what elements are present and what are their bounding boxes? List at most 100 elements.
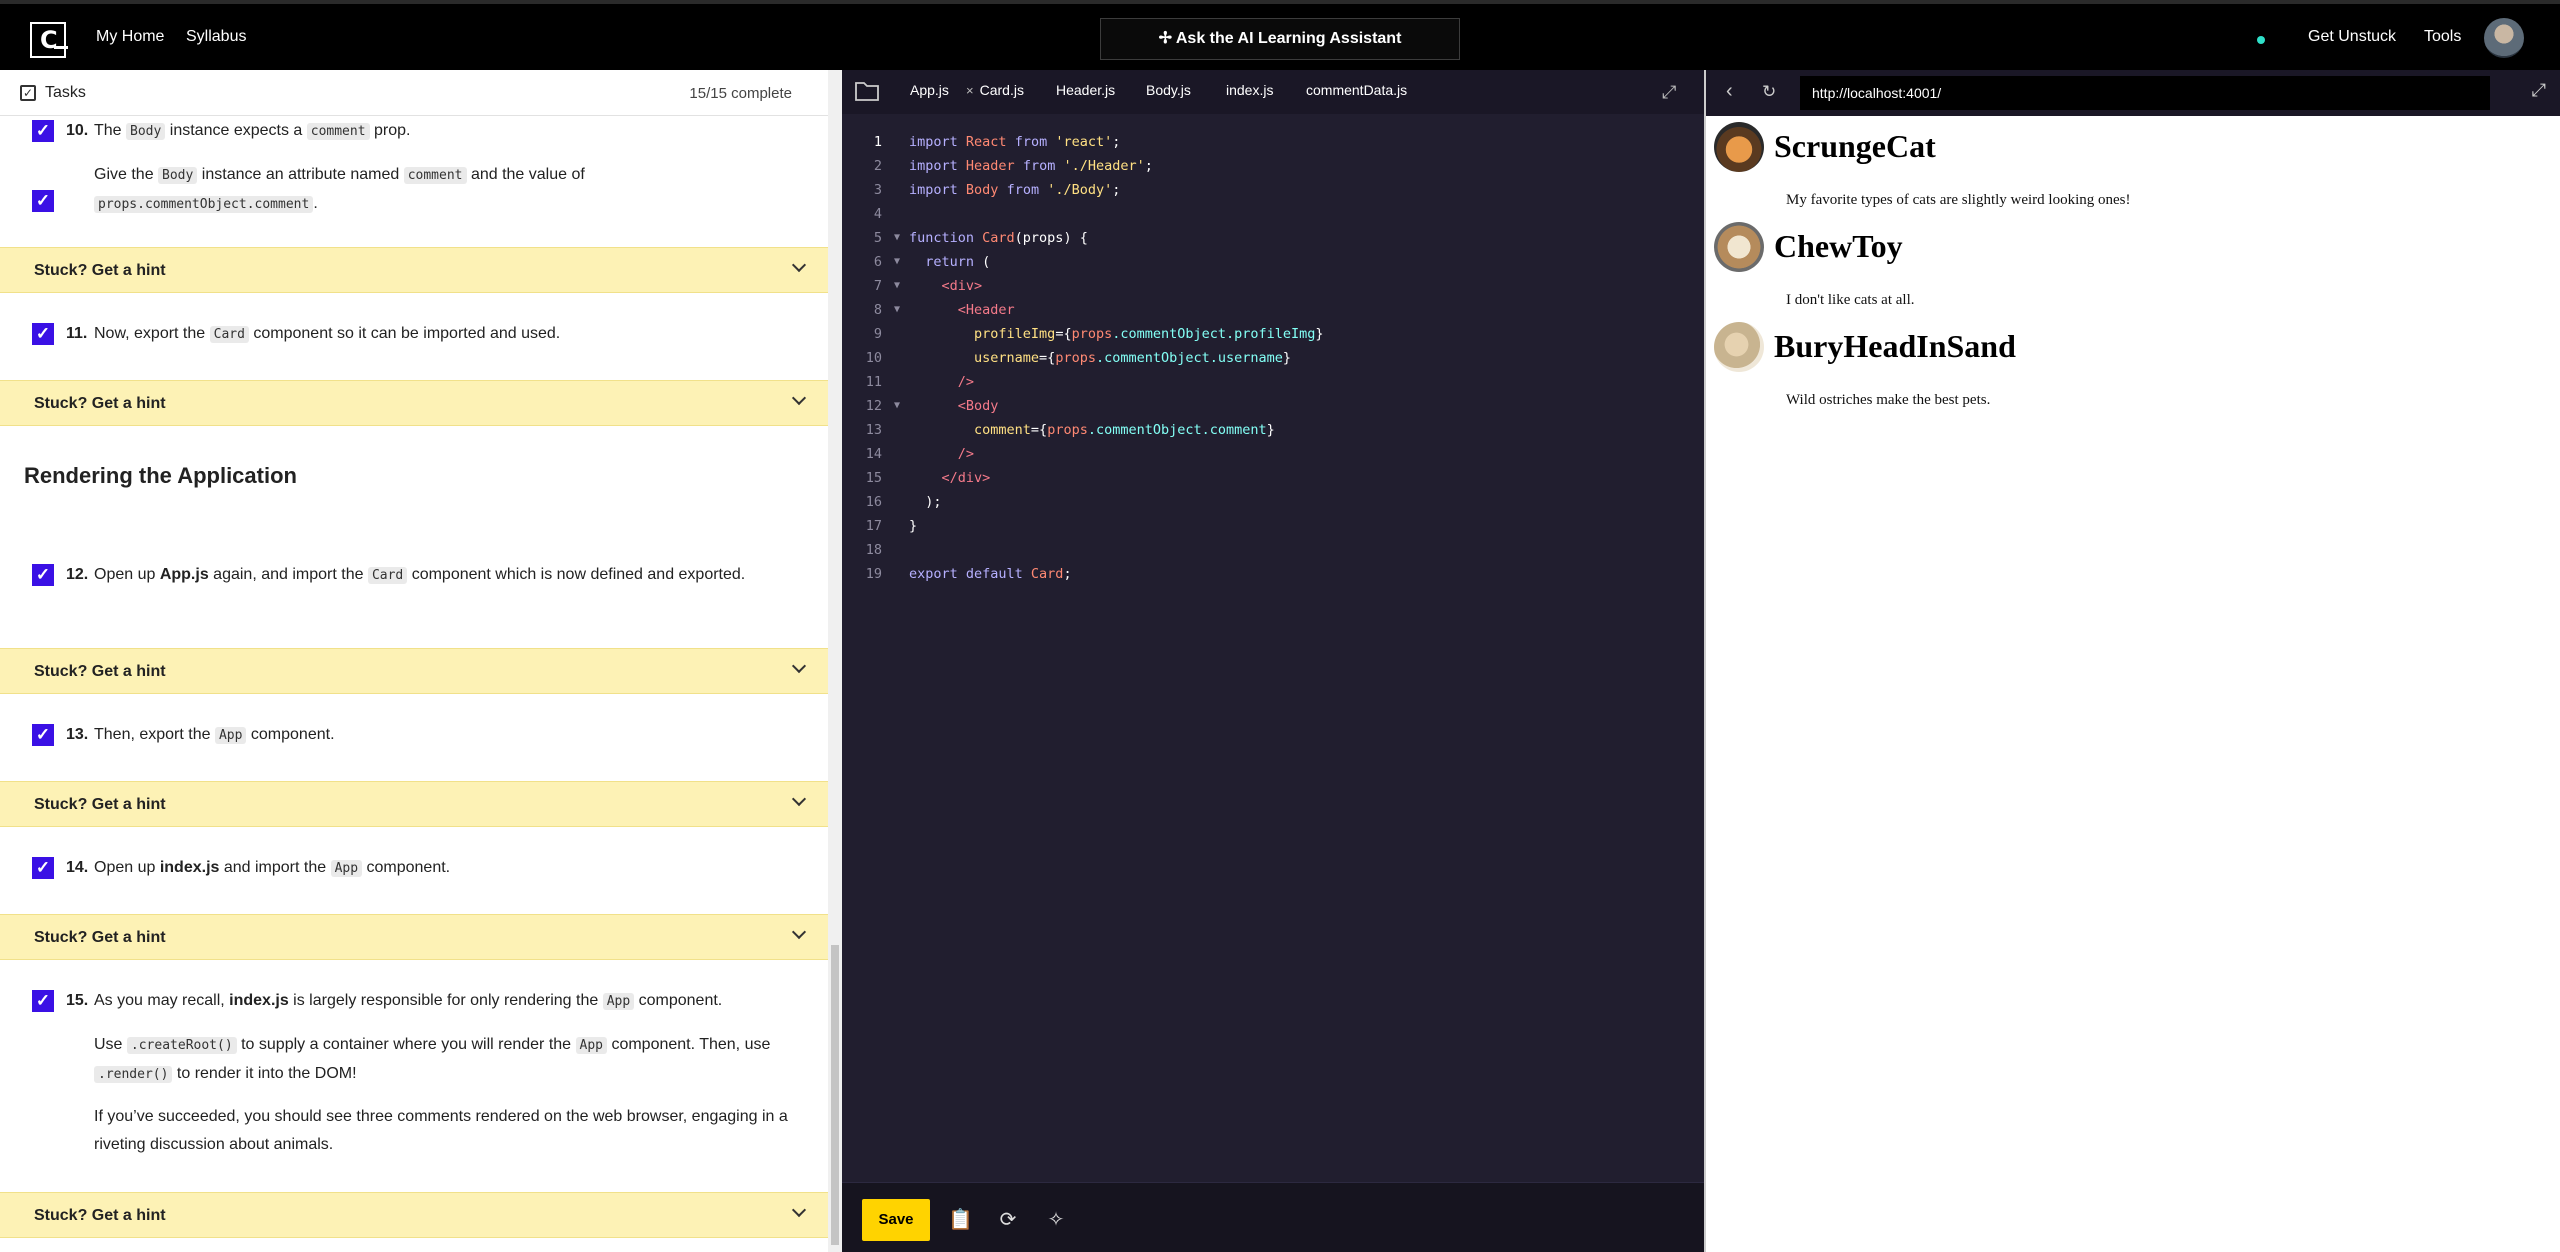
task-10-detail: Give the Body instance an attribute name… <box>94 166 585 213</box>
comment-username: ChewToy <box>1774 228 1903 264</box>
refresh-icon[interactable]: ⟳ <box>996 1207 1020 1233</box>
hint-toggle-task-15[interactable]: Stuck? Get a hint <box>0 1192 828 1238</box>
logo-letter: C <box>40 26 58 54</box>
url-bar[interactable]: http://localhost:4001/ <box>1800 76 2490 110</box>
sparkle-icon: ✢ <box>1158 30 1176 47</box>
task-number: 11. <box>66 325 88 342</box>
expand-browser-icon[interactable]: ⤢ <box>2532 80 2546 101</box>
tab-card-js[interactable]: × Card.js <box>966 82 1024 98</box>
code-line: 13 comment={props.commentObject.comment} <box>865 422 1275 438</box>
chevron-down-icon <box>791 257 807 273</box>
section-title: Rendering the Application <box>24 463 297 488</box>
comment-username: ScrungeCat <box>1774 128 1936 164</box>
code-line: 4 <box>873 206 882 222</box>
task-13-checkbox[interactable]: ✓ <box>32 724 54 746</box>
ai-assistant-label: Ask the AI Learning Assistant <box>1175 30 1402 47</box>
nav-syllabus[interactable]: Syllabus <box>186 28 246 46</box>
task-12-checkbox[interactable]: ✓ <box>32 564 54 586</box>
expand-editor-icon[interactable]: ⤢ <box>1662 82 1684 104</box>
fold-arrow-icon[interactable]: ▼ <box>894 250 900 274</box>
fold-arrow-icon[interactable]: ▼ <box>894 226 900 250</box>
code-line: 14 /> <box>865 446 975 462</box>
magic-wand-icon[interactable]: ✧ <box>1044 1207 1068 1233</box>
profile-avatar <box>1714 322 1764 372</box>
task-11-text: Now, export the Card component so it can… <box>94 325 561 343</box>
chevron-down-icon <box>791 791 807 807</box>
hint-toggle-task-14[interactable]: Stuck? Get a hint <box>0 914 828 960</box>
fold-arrow-icon[interactable]: ▼ <box>894 394 900 418</box>
task-15-checkbox[interactable]: ✓ <box>32 990 54 1012</box>
code-editor: App.js × Card.js Header.js Body.js index.… <box>842 70 1704 1252</box>
hint-label: Stuck? Get a hint <box>34 929 166 946</box>
task-checkbox[interactable]: ✓ <box>32 190 54 212</box>
task-11-checkbox[interactable]: ✓ <box>32 323 54 345</box>
tab-header-js[interactable]: Header.js <box>1056 82 1115 98</box>
task-15-text: As you may recall, index.js is largely r… <box>94 992 723 1010</box>
reload-icon[interactable]: ↻ <box>1762 82 1776 102</box>
tab-body-js[interactable]: Body.js <box>1146 82 1191 98</box>
browser-preview: ‹ ↻ http://localhost:4001/ ⤢ ScrungeCat … <box>1704 70 2560 1252</box>
hint-label: Stuck? Get a hint <box>34 663 166 680</box>
code-line: 17} <box>865 518 918 534</box>
nav-my-home[interactable]: My Home <box>96 28 164 46</box>
task-15-detail: Use .createRoot() to supply a container … <box>94 1036 771 1083</box>
code-line: 11 /> <box>865 374 975 390</box>
chevron-down-icon <box>791 1202 807 1218</box>
task-10-checkbox[interactable]: ✓ <box>32 120 54 142</box>
chevron-down-icon <box>791 390 807 406</box>
fold-arrow-icon[interactable]: ▼ <box>894 298 900 322</box>
instructions-scrollbar[interactable] <box>828 70 842 1252</box>
task-number: 15. <box>66 992 89 1009</box>
hint-label: Stuck? Get a hint <box>34 262 166 279</box>
status-indicator-icon <box>2257 36 2265 44</box>
task-13-text: Then, export the App component. <box>94 726 335 744</box>
code-line: 18 <box>865 542 882 558</box>
tools-menu[interactable]: Tools <box>2424 28 2461 46</box>
hint-toggle-task-11[interactable]: Stuck? Get a hint <box>0 380 828 426</box>
task-number: 14. <box>66 859 89 876</box>
save-button[interactable]: Save <box>862 1199 930 1241</box>
code-line: 8 ▼ <Header <box>842 298 1704 322</box>
user-avatar[interactable] <box>2484 18 2524 58</box>
ai-assistant-button[interactable]: ✢ Ask the AI Learning Assistant <box>1100 18 1460 60</box>
hint-toggle-task-12[interactable]: Stuck? Get a hint <box>0 648 828 694</box>
hint-label: Stuck? Get a hint <box>34 1207 166 1224</box>
editor-footer: Save 📋 ⟳ ✧ <box>842 1182 1704 1252</box>
code-line: 12 ▼ <Body <box>842 394 1704 418</box>
codecademy-logo[interactable]: C <box>30 22 68 58</box>
profile-avatar <box>1714 222 1764 272</box>
code-line: 3 import Body from './Body'; <box>873 182 1121 198</box>
code-line: 7 ▼ <div> <box>842 274 1704 298</box>
folder-icon[interactable] <box>854 80 880 102</box>
comment-username: BuryHeadInSand <box>1774 328 2016 364</box>
task-10-text: The Body instance expects a comment prop… <box>94 122 411 140</box>
task-14-checkbox[interactable]: ✓ <box>32 857 54 879</box>
task-15-outcome: If you’ve succeeded, you should see thre… <box>94 1108 788 1153</box>
file-tabs: App.js × Card.js Header.js Body.js index.… <box>842 70 1704 114</box>
comment-text: I don't like cats at all. <box>1786 292 1915 308</box>
tab-commentdata-js[interactable]: commentData.js <box>1306 82 1407 98</box>
browser-toolbar: ‹ ↻ http://localhost:4001/ ⤢ <box>1706 70 2560 116</box>
code-line: 1 import React from 'react'; <box>873 134 1121 150</box>
code-line: 6 ▼ return ( <box>842 250 1704 274</box>
code-line: 5 ▼ function Card(props) { <box>842 226 1704 250</box>
hint-toggle-task-13[interactable]: Stuck? Get a hint <box>0 781 828 827</box>
comment-text: My favorite types of cats are slightly w… <box>1786 192 2131 208</box>
tasks-header: ✓ Tasks 15/15 complete <box>0 70 828 116</box>
profile-avatar <box>1714 122 1764 172</box>
task-number: 12. <box>66 566 89 583</box>
close-tab-icon[interactable]: × <box>966 83 974 98</box>
task-number: 13. <box>66 726 89 743</box>
hint-toggle-task-10[interactable]: Stuck? Get a hint <box>0 247 828 293</box>
tab-app-js[interactable]: App.js <box>910 82 949 98</box>
tasks-progress-count: 15/15 complete <box>689 85 792 102</box>
back-arrow-icon[interactable]: ‹ <box>1726 80 1733 103</box>
clipboard-icon[interactable]: 📋 <box>948 1207 973 1233</box>
code-line: 19 export default Card; <box>865 566 1072 582</box>
code-line: 9 profileImg={props.commentObject.profil… <box>873 326 1324 342</box>
code-content[interactable]: 1 import React from 'react'; 2 import Head… <box>842 130 1704 586</box>
fold-arrow-icon[interactable]: ▼ <box>894 274 900 298</box>
get-unstuck-menu[interactable]: Get Unstuck <box>2308 28 2396 46</box>
tab-index-js[interactable]: index.js <box>1226 82 1273 98</box>
scrollbar-thumb[interactable] <box>831 945 839 1245</box>
